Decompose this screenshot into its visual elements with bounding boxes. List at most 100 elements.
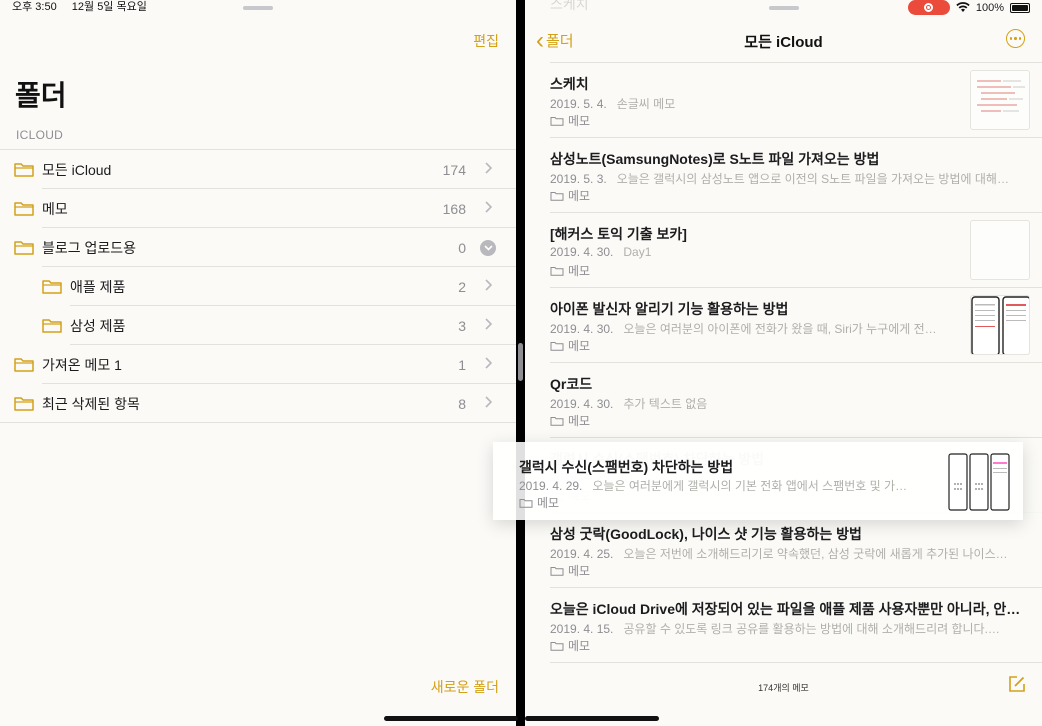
split-view-divider-handle[interactable] <box>518 343 523 381</box>
folder-name: 가져온 메모 1 <box>42 356 122 373</box>
ghost-note-title: 스케치 <box>550 0 589 12</box>
chevron-right-icon <box>480 356 496 373</box>
note-title: Qr코드 <box>550 376 593 392</box>
note-date: 2019. 4. 30. <box>550 397 614 411</box>
folder-icon <box>550 641 564 651</box>
home-indicator[interactable] <box>384 716 518 721</box>
folder-icon <box>42 279 62 294</box>
note-folder: 메모 <box>550 637 590 654</box>
note-meta: 2019. 4. 29. 오늘은 여러분에게 갤럭시의 기본 전화 앱에서 스팸번… <box>519 477 929 494</box>
folder-count: 2 <box>458 278 466 295</box>
edit-button[interactable]: 편집 <box>473 31 499 51</box>
chevron-right-icon <box>480 395 496 412</box>
folder-count: 3 <box>458 317 466 334</box>
folder-name: 삼성 제품 <box>70 317 126 334</box>
section-header-icloud: ICLOUD <box>16 128 64 142</box>
folder-icon <box>14 240 34 255</box>
note-row[interactable]: 스케치 2019. 5. 4. 손글씨 메모메모 <box>550 63 1042 138</box>
folder-row[interactable]: 삼성 제품 3 <box>0 306 516 345</box>
chevron-right-icon <box>480 278 496 295</box>
compose-icon[interactable] <box>1007 674 1027 699</box>
note-folder: 메모 <box>550 337 590 354</box>
note-preview: 추가 텍스트 없음 <box>623 397 708 411</box>
folder-row[interactable]: 블로그 업로드용 0 <box>0 228 516 267</box>
note-date: 2019. 4. 15. <box>550 622 614 636</box>
home-indicator[interactable] <box>525 716 659 721</box>
note-thumbnail <box>970 295 1030 355</box>
new-folder-button[interactable]: 새로운 폴더 <box>431 677 499 697</box>
note-meta: 2019. 4. 30. 오늘은 여러분의 아이폰에 전화가 왔을 때, Siri… <box>550 320 970 337</box>
folder-icon <box>550 266 564 276</box>
note-preview: Day1 <box>623 245 652 259</box>
note-row[interactable]: [해커스 토익 기출 보카] 2019. 4. 30. Day1 메모 <box>550 213 1042 288</box>
folder-count: 174 <box>442 161 466 178</box>
chevron-right-icon <box>480 200 496 217</box>
note-date: 2019. 4. 30. <box>550 322 614 336</box>
note-folder: 메모 <box>550 112 590 129</box>
note-folder-label: 메모 <box>568 414 591 428</box>
folder-name: 모든 iCloud <box>42 161 112 178</box>
note-meta: 2019. 4. 30. 추가 텍스트 없음 <box>550 395 1027 412</box>
folder-count: 168 <box>442 200 466 217</box>
note-folder-label: 메모 <box>537 496 560 510</box>
more-options-button[interactable] <box>1006 29 1025 48</box>
folder-name: 최근 삭제된 항목 <box>42 395 140 412</box>
folder-icon <box>550 341 564 351</box>
folder-row[interactable]: 모든 iCloud 174 <box>0 150 516 189</box>
folder-row[interactable]: 애플 제품 2 <box>0 267 516 306</box>
folder-count: 8 <box>458 395 466 412</box>
folder-name: 메모 <box>42 200 68 217</box>
folder-row[interactable]: 메모 168 <box>0 189 516 228</box>
status-date: 12월 5일 목요일 <box>71 1 147 13</box>
note-folder-label: 메모 <box>568 339 591 353</box>
folder-icon <box>14 201 34 216</box>
note-title: 삼성 굿락(GoodLock), 나이스 샷 기능 활용하는 방법 <box>550 526 862 542</box>
note-preview: 오늘은 여러분에게 갤럭시의 기본 전화 앱에서 스팸번호 및 가… <box>592 479 908 493</box>
note-row[interactable]: 삼성 굿락(GoodLock), 나이스 샷 기능 활용하는 방법 2019. 4… <box>550 513 1042 588</box>
note-date: 2019. 5. 4. <box>550 97 607 111</box>
battery-icon <box>1010 2 1030 13</box>
nav-title: 모든 iCloud <box>744 34 823 51</box>
note-folder: 메모 <box>550 262 590 279</box>
note-date: 2019. 5. 3. <box>550 172 607 186</box>
notes-count: 174개의 메모 <box>758 683 809 693</box>
note-row[interactable]: 아이폰 발신자 알리기 기능 활용하는 방법 2019. 4. 30. 오늘은 여러… <box>550 288 1042 363</box>
multitasking-grabber[interactable] <box>243 6 273 10</box>
note-folder-label: 메모 <box>568 114 591 128</box>
status-bar-right: 100% <box>907 0 1030 15</box>
note-thumbnail <box>970 70 1030 130</box>
dragged-note-card[interactable]: 갤럭시 수신(스팸번호) 차단하는 방법 2019. 4. 29. 오늘은 여러분… <box>493 442 1023 520</box>
folder-icon <box>14 357 34 372</box>
folder-icon <box>519 498 533 508</box>
screen-recording-indicator[interactable] <box>907 0 950 15</box>
folder-icon <box>550 191 564 201</box>
note-row[interactable]: 오늘은 iCloud Drive에 저장되어 있는 파일을 애플 제품 사용자뿐… <box>550 588 1042 663</box>
note-row[interactable]: 삼성노트(SamsungNotes)로 S노트 파일 가져오는 방법 2019. … <box>550 138 1042 213</box>
folder-row[interactable]: 가져온 메모 1 1 <box>0 345 516 384</box>
note-title: 오늘은 iCloud Drive에 저장되어 있는 파일을 애플 제품 사용자뿐… <box>550 601 1021 617</box>
note-folder-label: 메모 <box>568 189 591 203</box>
note-thumbnail <box>970 220 1030 280</box>
multitasking-grabber[interactable] <box>769 6 799 10</box>
chevron-down-icon[interactable] <box>480 239 496 256</box>
note-meta: 2019. 4. 15. 공유할 수 있도록 링크 공유를 활용하는 방법에 대해… <box>550 620 1027 637</box>
status-time: 오후 3:50 <box>12 1 57 13</box>
note-meta: 2019. 5. 4. 손글씨 메모 <box>550 95 970 112</box>
note-preview: 오늘은 여러분의 아이폰에 전화가 왔을 때, Siri가 누구에게 전… <box>623 322 937 336</box>
note-preview: 공유할 수 있도록 링크 공유를 활용하는 방법에 대해 소개해드리려 합니다.… <box>623 622 1000 636</box>
chevron-right-icon <box>480 317 496 334</box>
folder-list: 모든 iCloud 174 메모 168 블로그 업로드용 0 애플 제품 2 삼성 제품 3 가져… <box>0 149 516 423</box>
note-title: 아이폰 발신자 알리기 기능 활용하는 방법 <box>550 301 789 317</box>
status-bar-left: 오후 3:50 12월 5일 목요일 <box>12 0 159 14</box>
folder-row[interactable]: 최근 삭제된 항목 8 <box>0 384 516 423</box>
note-title: 삼성노트(SamsungNotes)로 S노트 파일 가져오는 방법 <box>550 151 880 167</box>
note-date: 2019. 4. 30. <box>550 245 614 259</box>
note-date: 2019. 4. 29. <box>519 479 583 493</box>
note-folder-label: 메모 <box>568 639 591 653</box>
note-title: 스케치 <box>550 76 589 92</box>
note-folder: 메모 <box>550 187 590 204</box>
note-title: 갤럭시 수신(스팸번호) 차단하는 방법 <box>519 459 734 475</box>
note-thumbnail <box>947 448 1011 514</box>
note-meta: 2019. 5. 3. 오늘은 갤럭시의 삼성노트 앱으로 이전의 S노트 파일을… <box>550 170 1027 187</box>
note-row[interactable]: Qr코드 2019. 4. 30. 추가 텍스트 없음메모 <box>550 363 1042 438</box>
